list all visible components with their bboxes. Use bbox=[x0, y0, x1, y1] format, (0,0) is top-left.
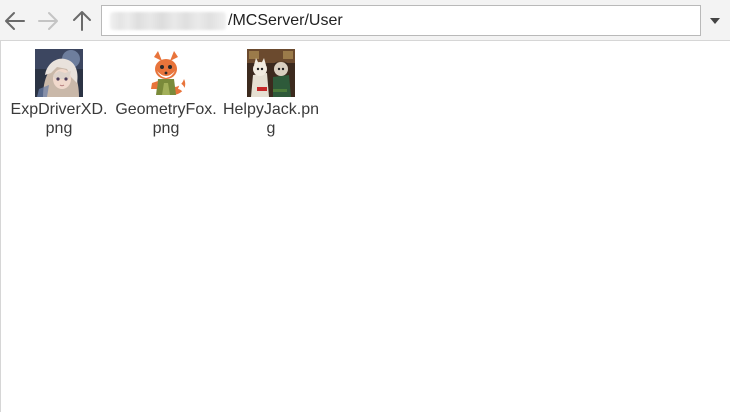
up-button[interactable] bbox=[68, 7, 96, 35]
navigation-toolbar: /MCServer/User bbox=[0, 0, 730, 41]
address-history-dropdown[interactable] bbox=[702, 6, 728, 35]
file-name: ExpDriverXD.png bbox=[10, 101, 108, 137]
file-item[interactable]: HelpyJack.png bbox=[219, 49, 323, 138]
two-cartoon-characters-image bbox=[247, 49, 295, 97]
file-name: GeometryFox.png bbox=[115, 101, 217, 137]
arrow-up-icon bbox=[73, 11, 91, 31]
cartoon-fox-image bbox=[142, 49, 190, 97]
address-path: /MCServer/User bbox=[228, 11, 343, 29]
anime-girl-portrait-image bbox=[35, 49, 83, 97]
redacted-path-segment bbox=[110, 11, 226, 30]
file-item[interactable]: ExpDriverXD.png bbox=[7, 49, 111, 138]
file-list: ExpDriverXD.png GeometryFox.png HelpyJac… bbox=[0, 41, 730, 412]
file-thumbnail bbox=[142, 49, 190, 97]
file-browser-window: /MCServer/User ExpDriverXD.png GeometryF… bbox=[0, 0, 730, 412]
back-button[interactable] bbox=[1, 7, 29, 35]
file-thumbnail bbox=[247, 49, 295, 97]
caret-down-icon bbox=[710, 17, 720, 24]
file-name: HelpyJack.png bbox=[222, 101, 320, 137]
file-item[interactable]: GeometryFox.png bbox=[114, 49, 218, 138]
file-thumbnail bbox=[35, 49, 83, 97]
arrow-right-icon bbox=[38, 12, 58, 30]
arrow-left-icon bbox=[5, 12, 25, 30]
address-bar[interactable]: /MCServer/User bbox=[101, 5, 701, 36]
forward-button[interactable] bbox=[34, 7, 62, 35]
